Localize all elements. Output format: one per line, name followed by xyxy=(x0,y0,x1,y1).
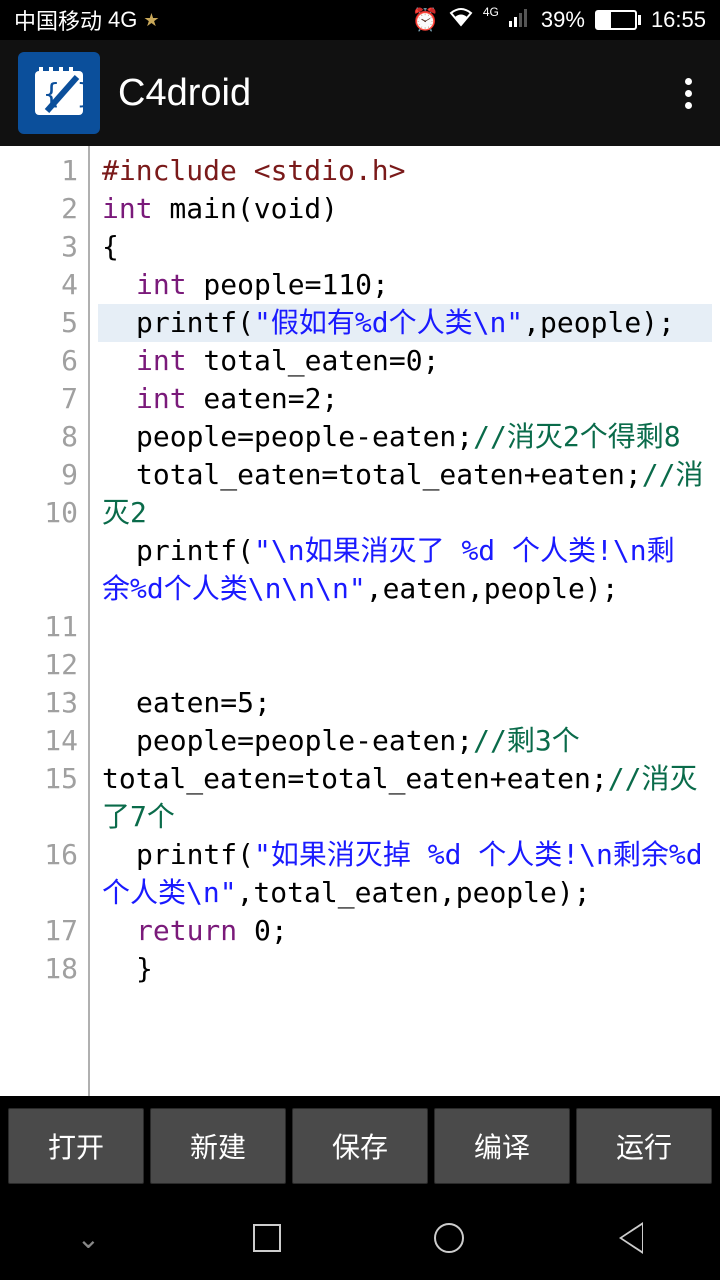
code-line[interactable]: } xyxy=(98,950,712,988)
line-number: 9 xyxy=(0,456,78,494)
code-editor[interactable]: 123456789101112131415161718 #include <st… xyxy=(0,146,720,1096)
wifi-icon xyxy=(449,7,473,33)
home-button[interactable] xyxy=(434,1223,464,1253)
line-number: 18 xyxy=(0,950,78,988)
line-number: 15 xyxy=(0,760,78,836)
battery-pct: 39% xyxy=(541,7,585,33)
toolbar: 打开 新建 保存 编译 运行 xyxy=(0,1096,720,1196)
code-line[interactable]: total_eaten=total_eaten+eaten;//消灭2 xyxy=(98,456,712,532)
line-number: 6 xyxy=(0,342,78,380)
line-number: 8 xyxy=(0,418,78,456)
signal-type: 4G xyxy=(483,5,499,19)
app-title: C4droid xyxy=(118,72,657,115)
code-line[interactable]: return 0; xyxy=(98,912,712,950)
code-line[interactable]: printf("\n如果消灭了 %d 个人类!\n剩余%d个人类\n\n\n",… xyxy=(98,532,712,608)
code-line[interactable]: { xyxy=(98,228,712,266)
line-number: 14 xyxy=(0,722,78,760)
line-number: 2 xyxy=(0,190,78,228)
clock: 16:55 xyxy=(651,7,706,33)
code-line[interactable]: #include <stdio.h> xyxy=(98,152,712,190)
status-right: ⏰ 4G 39% 16:55 xyxy=(411,7,706,33)
battery-icon xyxy=(595,10,641,30)
compile-button[interactable]: 编译 xyxy=(434,1108,570,1184)
recent-apps-button[interactable] xyxy=(253,1224,281,1252)
code-line[interactable]: int people=110; xyxy=(98,266,712,304)
status-left: 中国移动 4G ★ xyxy=(14,4,160,36)
new-button[interactable]: 新建 xyxy=(150,1108,286,1184)
line-number: 16 xyxy=(0,836,78,912)
line-number: 4 xyxy=(0,266,78,304)
open-button[interactable]: 打开 xyxy=(8,1108,144,1184)
back-button[interactable] xyxy=(617,1222,643,1254)
chevron-down-icon[interactable]: ⌄ xyxy=(77,1222,100,1255)
line-number: 10 xyxy=(0,494,78,608)
carrier-label: 中国移动 xyxy=(14,4,102,36)
code-line[interactable]: int main(void) xyxy=(98,190,712,228)
app-icon: { } xyxy=(18,52,100,134)
network-label: 4G xyxy=(108,7,137,33)
line-number: 7 xyxy=(0,380,78,418)
code-line[interactable]: total_eaten=total_eaten+eaten;//消灭了7个 xyxy=(98,760,712,836)
code-line[interactable]: int eaten=2; xyxy=(98,380,712,418)
save-button[interactable]: 保存 xyxy=(292,1108,428,1184)
code-area[interactable]: #include <stdio.h>int main(void){int peo… xyxy=(90,146,720,1096)
star-icon: ★ xyxy=(143,10,159,31)
code-line[interactable]: int total_eaten=0; xyxy=(98,342,712,380)
code-line[interactable]: people=people-eaten;//剩3个 xyxy=(98,722,712,760)
code-line[interactable]: printf("如果消灭掉 %d 个人类!\n剩余%d个人类\n",total_… xyxy=(98,836,712,912)
code-line[interactable]: people=people-eaten;//消灭2个得剩8 xyxy=(98,418,712,456)
code-line[interactable]: printf("假如有%d个人类\n",people); xyxy=(98,304,712,342)
code-line[interactable]: eaten=5; xyxy=(98,684,712,722)
nav-bar: ⌄ xyxy=(0,1196,720,1280)
line-number: 13 xyxy=(0,684,78,722)
overflow-menu-button[interactable] xyxy=(675,68,702,119)
code-line[interactable] xyxy=(98,646,712,684)
line-number: 11 xyxy=(0,608,78,646)
line-gutter: 123456789101112131415161718 xyxy=(0,146,90,1096)
alarm-icon: ⏰ xyxy=(411,7,438,33)
line-number: 5 xyxy=(0,304,78,342)
status-bar: 中国移动 4G ★ ⏰ 4G 39% 16:55 xyxy=(0,0,720,40)
code-line[interactable] xyxy=(98,608,712,646)
line-number: 12 xyxy=(0,646,78,684)
line-number: 17 xyxy=(0,912,78,950)
run-button[interactable]: 运行 xyxy=(576,1108,712,1184)
app-bar: { } C4droid xyxy=(0,40,720,146)
signal-icon xyxy=(509,7,531,33)
line-number: 1 xyxy=(0,152,78,190)
line-number: 3 xyxy=(0,228,78,266)
